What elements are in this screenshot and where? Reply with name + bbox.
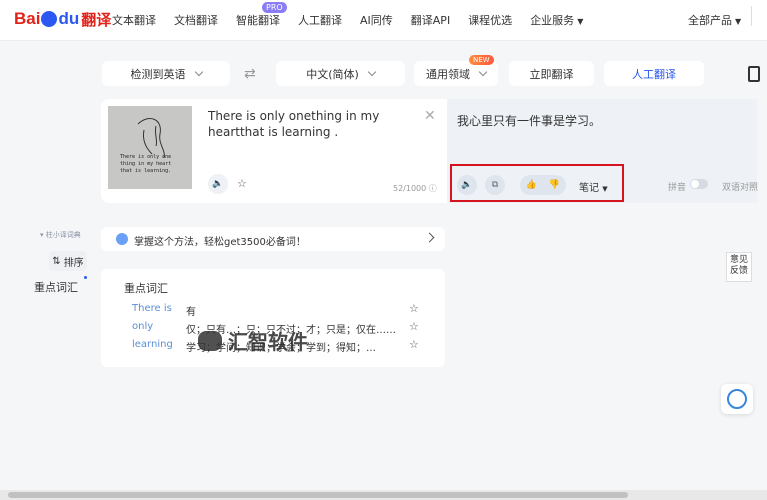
nav-translate-api[interactable]: 翻译API: [411, 12, 450, 28]
window-edge: [751, 6, 767, 26]
sort-label: 排序: [63, 257, 84, 269]
nav-enterprise-label: 企业服务: [530, 14, 575, 27]
logo-text-du: du: [58, 9, 80, 28]
copy-icon[interactable]: ⧉: [485, 175, 505, 195]
clear-icon[interactable]: ✕: [424, 108, 436, 124]
domain-label: 通用领域: [426, 67, 470, 81]
nav-enterprise[interactable]: 企业服务 ▼: [530, 12, 583, 28]
vocab-star-icon[interactable]: ☆: [409, 302, 419, 315]
thumbs-down-icon[interactable]: 👎: [549, 180, 560, 190]
vocab-word[interactable]: learning: [132, 339, 173, 350]
bilingual-label[interactable]: 双语对照: [722, 180, 758, 193]
source-text[interactable]: There is only onething in my heartthat i…: [208, 108, 413, 140]
rating-group: 👍 👎: [520, 175, 566, 195]
image-text: There is only one thing in my heart that i…: [120, 154, 172, 174]
vocab-meaning: 有: [186, 307, 196, 318]
new-badge: NEW: [469, 55, 494, 65]
nav-human-translate[interactable]: 人工翻译: [298, 12, 342, 28]
vocab-word[interactable]: There is: [132, 303, 172, 314]
chevron-down-icon: [478, 67, 488, 76]
active-dot: [84, 276, 87, 279]
promo-icon: [116, 233, 128, 245]
human-translate-label: 人工翻译: [632, 67, 676, 81]
sketch-drawing: [137, 118, 165, 159]
refresh-icon: [727, 389, 747, 409]
device-icon[interactable]: [748, 66, 760, 82]
char-count-value: 52/1000: [393, 184, 427, 193]
translation-text: 我心里只有一件事是学习。: [457, 114, 602, 128]
vocab-word[interactable]: only: [132, 321, 153, 332]
source-language-label: 检测到英语: [130, 67, 186, 81]
uploaded-image-thumbnail[interactable]: There is only one thing in my heart that i…: [108, 106, 192, 189]
pinyin-toggle[interactable]: [690, 179, 708, 189]
nav-text-translate[interactable]: 文本翻译: [112, 12, 156, 28]
notes-label: 笔记: [579, 183, 599, 194]
dictionary-label: ▾ 柱小译词典: [40, 230, 81, 240]
vocabulary-title: 重点词汇: [124, 282, 168, 295]
watermark-text: 汇智软件: [228, 330, 308, 354]
watermark: 汇智软件: [198, 326, 308, 355]
caret-down-icon: ▼: [602, 185, 608, 193]
notes-menu[interactable]: 笔记 ▼: [579, 179, 608, 194]
gamepad-icon: [198, 330, 222, 351]
all-products-label: 全部产品: [688, 14, 732, 27]
sort-button[interactable]: ⇅ 排序: [49, 251, 87, 271]
target-language-select[interactable]: 中文(简体): [276, 61, 405, 86]
sort-icon: ⇅: [52, 255, 61, 267]
feedback-button[interactable]: 意见反馈: [726, 252, 752, 282]
floating-tool-button[interactable]: [721, 384, 753, 414]
main-nav: 文本翻译 文档翻译 智能翻译 PRO 人工翻译 AI同传 翻译API 课程优选 企…: [112, 2, 601, 28]
sidebar-item-keywords[interactable]: 重点词汇: [34, 279, 78, 295]
caret-down-icon: ▼: [577, 17, 584, 26]
nav-smart-label: 智能翻译: [236, 14, 280, 27]
top-bar: Bai du 翻译 文本翻译 文档翻译 智能翻译 PRO 人工翻译 AI同传 翻译…: [0, 0, 767, 41]
char-count: 52/1000 ⓘ: [393, 184, 437, 193]
chevron-down-icon: [194, 67, 203, 76]
source-speaker-icon[interactable]: 🔈: [208, 174, 228, 194]
baidu-fanyi-logo[interactable]: Bai du 翻译: [14, 6, 111, 32]
pro-badge: PRO: [262, 2, 287, 13]
favorite-star-icon[interactable]: ☆: [237, 177, 247, 190]
nav-document-translate[interactable]: 文档翻译: [174, 12, 218, 28]
horizontal-scrollbar[interactable]: [0, 490, 767, 500]
nav-smart-translate[interactable]: 智能翻译 PRO: [236, 2, 287, 28]
target-language-label: 中文(简体): [306, 67, 359, 81]
all-products-menu[interactable]: 全部产品 ▼: [688, 12, 741, 28]
nav-ai-interpret[interactable]: AI同传: [360, 12, 393, 28]
dictionary-label-text: 柱小译词典: [45, 231, 81, 239]
paw-icon: [41, 11, 58, 27]
target-speaker-icon[interactable]: 🔈: [457, 175, 477, 195]
scrollbar-thumb[interactable]: [8, 492, 628, 498]
human-translate-button[interactable]: 人工翻译: [604, 61, 704, 86]
swap-languages-icon[interactable]: ⇄: [244, 66, 256, 82]
chevron-down-icon: [367, 67, 377, 76]
logo-text-bai: Bai: [14, 9, 41, 28]
source-language-select[interactable]: 检测到英语: [102, 61, 230, 86]
translate-now-label: 立即翻译: [529, 67, 574, 81]
vocab-star-icon[interactable]: ☆: [409, 320, 419, 333]
promo-text[interactable]: 掌握这个方法，轻松get3500必备词！: [134, 233, 306, 248]
pinyin-label: 拼音: [668, 183, 687, 193]
nav-courses[interactable]: 课程优选: [468, 12, 512, 28]
caret-down-icon: ▼: [735, 17, 742, 26]
logo-text-fanyi: 翻译: [81, 11, 112, 29]
vocab-star-icon[interactable]: ☆: [409, 338, 419, 351]
translate-now-button[interactable]: 立即翻译: [509, 61, 594, 86]
thumbs-up-icon[interactable]: 👍: [526, 180, 537, 190]
